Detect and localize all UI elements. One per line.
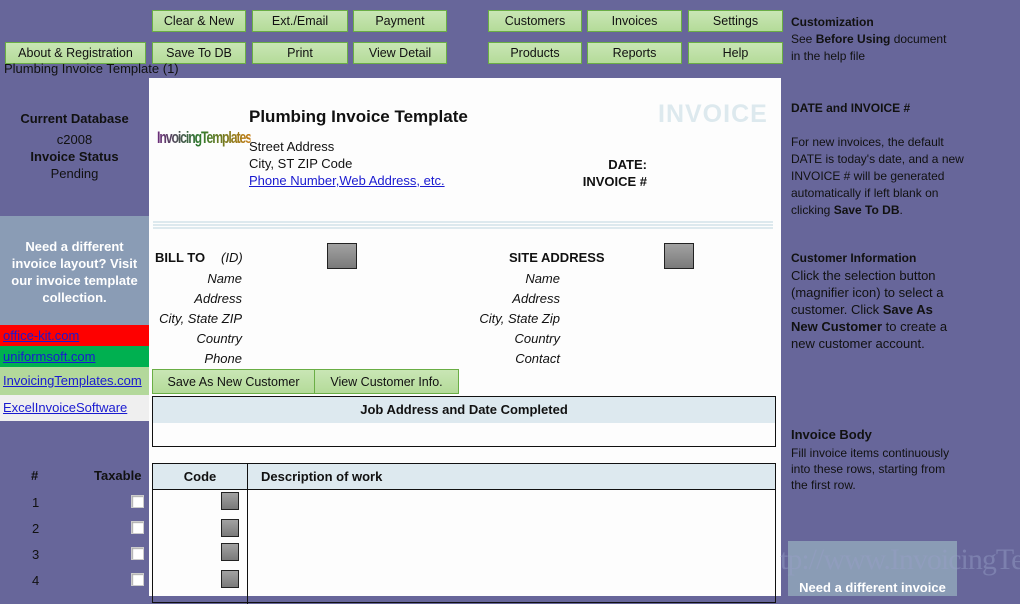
save-to-db-text: Save To DB <box>833 203 900 217</box>
code-lookup-button[interactable] <box>221 543 239 561</box>
site-name-label: Name <box>525 271 560 286</box>
column-divider <box>247 464 248 604</box>
taxable-checkbox[interactable] <box>131 521 144 534</box>
document-title: Plumbing Invoice Template (1) <box>4 61 179 76</box>
invoice-body-text: Fill invoice items continuously into the… <box>791 446 950 492</box>
job-address-input[interactable] <box>153 423 775 446</box>
site-address-label: Address <box>512 291 560 306</box>
reports-button[interactable]: Reports <box>587 42 682 64</box>
site-contact-label: Contact <box>515 351 560 366</box>
database-status-panel: Current Database c2008 Invoice Status Pe… <box>0 78 149 216</box>
help-customer-info: Customer Information Click the selection… <box>791 250 963 352</box>
current-database-label: Current Database <box>20 111 129 126</box>
website-watermark: tp://www.InvoicingTemplate.com <box>780 543 1020 576</box>
bill-to-title: BILL TO <box>155 250 206 265</box>
taxable-checkbox[interactable] <box>131 495 144 508</box>
customization-line2: in the help file <box>791 49 866 63</box>
help-customization: Customization See Before Using document … <box>791 14 1011 65</box>
job-address-header: Job Address and Date Completed <box>153 397 775 423</box>
taxable-header: Taxable <box>94 468 142 483</box>
company-logo: InvoicingTemplates <box>157 128 252 147</box>
bill-to-magnifier-button[interactable] <box>327 243 357 269</box>
row-number-header: # <box>31 468 39 483</box>
link-row-office-kit: office-kit.com <box>0 325 149 346</box>
uniformsoft-link[interactable]: uniformsoft.com <box>3 349 95 364</box>
customer-info-title: Customer Information <box>791 251 917 265</box>
products-button[interactable]: Products <box>488 42 582 64</box>
template-collection-promo[interactable]: Need a different invoice layout? Visit o… <box>0 216 149 325</box>
customization-text: See <box>791 32 816 46</box>
view-customer-info-button[interactable]: View Customer Info. <box>314 369 459 394</box>
row-number: 4 <box>32 573 40 588</box>
code-lookup-button[interactable] <box>221 519 239 537</box>
payment-button[interactable]: Payment <box>353 10 447 32</box>
contact-link[interactable]: Phone Number,Web Address, etc. <box>249 173 445 188</box>
invoice-number-label: INVOICE # <box>582 174 647 189</box>
bill-to-phone-label: Phone <box>204 351 242 366</box>
site-country-label: Country <box>514 331 560 346</box>
print-button[interactable]: Print <box>252 42 348 64</box>
invoices-button[interactable]: Invoices <box>587 10 682 32</box>
ext-email-button[interactable]: Ext./Email <box>252 10 348 32</box>
items-table: Code Description of work <box>152 463 776 604</box>
row-number: 3 <box>32 547 40 562</box>
date-invoice-text: . <box>899 203 903 217</box>
invoice-sheet: InvoicingTemplates Plumbing Invoice Temp… <box>149 78 781 604</box>
before-using-text: Before Using <box>815 32 891 46</box>
bill-to-address-label: Address <box>194 291 242 306</box>
settings-button[interactable]: Settings <box>688 10 783 32</box>
help-button[interactable]: Help <box>688 42 783 64</box>
site-address-magnifier-button[interactable] <box>664 243 694 269</box>
site-city-label: City, State Zip <box>479 311 560 326</box>
link-row-uniformsoft: uniformsoft.com <box>0 346 149 367</box>
bill-to-id-label: (ID) <box>221 250 243 265</box>
excelinvoicesoftware-link[interactable]: ExcelInvoiceSoftware <box>3 400 127 415</box>
date-invoice-title: DATE and INVOICE # <box>791 101 911 115</box>
customization-text: document <box>890 32 947 46</box>
city-state-zip: City, ST ZIP Code <box>249 156 353 171</box>
code-column-header: Code <box>183 469 217 484</box>
date-label: DATE: <box>608 157 647 172</box>
customization-title: Customization <box>791 15 874 29</box>
office-kit-link[interactable]: office-kit.com <box>3 328 79 343</box>
invoice-watermark-title: INVOICE <box>658 100 768 128</box>
customers-button[interactable]: Customers <box>488 10 582 32</box>
link-row-excelinvoicesoftware: ExcelInvoiceSoftware <box>0 395 149 421</box>
row-number: 1 <box>32 495 40 510</box>
bill-to-country-label: Country <box>196 331 242 346</box>
help-date-invoice: DATE and INVOICE # For new invoices, the… <box>791 100 1011 219</box>
code-lookup-button[interactable] <box>221 492 239 510</box>
job-address-box: Job Address and Date Completed <box>152 396 776 447</box>
invoice-status-value: Pending <box>50 166 99 181</box>
link-row-invoicingtemplates: InvoicingTemplates.com <box>0 367 149 395</box>
code-lookup-button[interactable] <box>221 570 239 588</box>
view-detail-button[interactable]: View Detail <box>353 42 447 64</box>
site-address-title: SITE ADDRESS <box>509 250 605 265</box>
clear-new-button[interactable]: Clear & New <box>152 10 246 32</box>
taxable-checkbox[interactable] <box>131 573 144 586</box>
street-address: Street Address <box>249 139 335 154</box>
invoice-body-title: Invoice Body <box>791 427 872 442</box>
header-separator <box>153 221 773 231</box>
description-column-header: Description of work <box>261 469 383 484</box>
taxable-checkbox[interactable] <box>131 547 144 560</box>
help-invoice-body: Invoice Body Fill invoice items continuo… <box>791 426 963 493</box>
bill-to-name-label: Name <box>207 271 242 286</box>
save-as-new-customer-button[interactable]: Save As New Customer <box>152 369 315 394</box>
bill-to-city-label: City, State ZIP <box>159 311 242 326</box>
invoice-status-label: Invoice Status <box>30 149 119 164</box>
row-number: 2 <box>32 521 40 536</box>
invoicingtemplates-link[interactable]: InvoicingTemplates.com <box>3 373 142 388</box>
company-name: Plumbing Invoice Template <box>249 107 468 126</box>
current-database-value: c2008 <box>56 132 93 147</box>
